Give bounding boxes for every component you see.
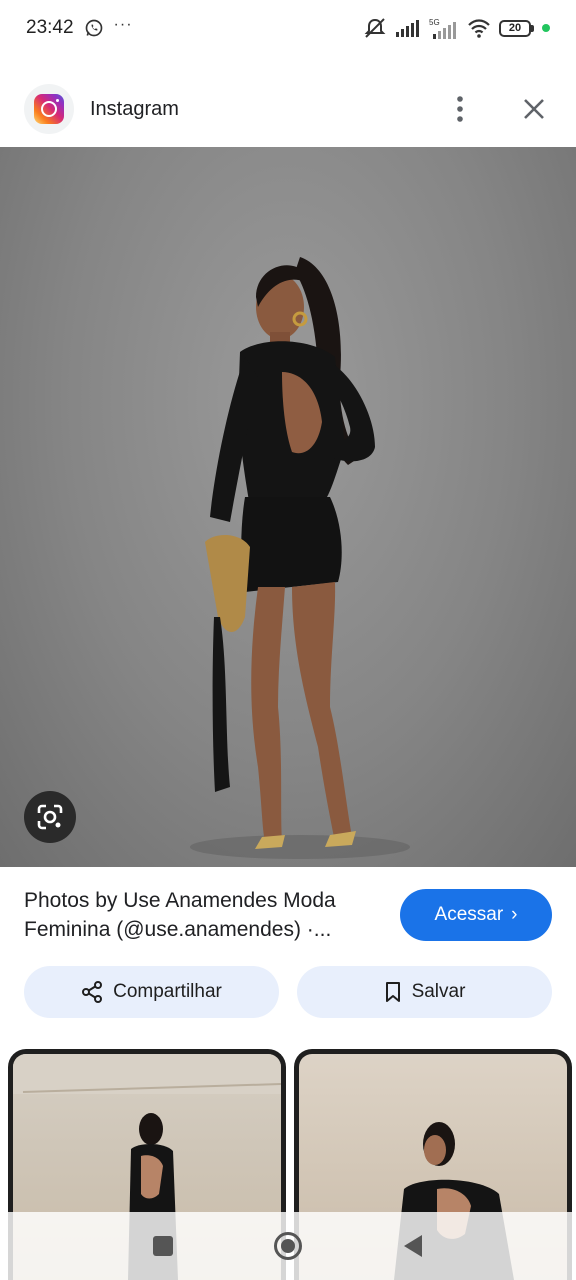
share-label: Compartilhar xyxy=(113,981,222,1002)
result-info: Photos by Use Anamendes Moda Feminina (@… xyxy=(0,880,576,950)
status-right: 5G 20 xyxy=(363,17,550,39)
privacy-indicator-dot xyxy=(542,24,550,32)
header-actions xyxy=(442,91,552,127)
wifi-icon xyxy=(468,19,490,38)
battery-level: 20 xyxy=(499,19,531,37)
more-options-button[interactable] xyxy=(442,91,478,127)
save-button[interactable]: Salvar xyxy=(297,966,552,1018)
visit-label: Acessar xyxy=(434,904,504,925)
main-image[interactable] xyxy=(0,147,576,867)
notification-overflow-icon: ··· xyxy=(113,16,133,33)
close-button[interactable] xyxy=(516,91,552,127)
result-title[interactable]: Photos by Use Anamendes Moda Feminina (@… xyxy=(24,886,384,944)
home-icon xyxy=(281,1239,295,1253)
battery-tip xyxy=(531,24,534,32)
mute-icon xyxy=(364,18,386,38)
back-icon[interactable] xyxy=(402,1234,424,1258)
battery-icon: 20 xyxy=(499,19,534,37)
source-header: Instagram xyxy=(0,72,576,146)
chevron-right-icon: › xyxy=(511,904,518,925)
close-icon xyxy=(524,99,544,119)
bookmark-icon xyxy=(385,982,400,1002)
status-time: 23:42 xyxy=(26,17,74,38)
network-label: 5G xyxy=(429,18,440,27)
home-button[interactable] xyxy=(274,1232,302,1260)
instagram-logo-icon xyxy=(34,94,64,124)
visit-button[interactable]: Acessar › xyxy=(400,889,552,941)
more-vert-icon xyxy=(457,96,463,122)
source-name[interactable]: Instagram xyxy=(90,98,179,121)
whatsapp-icon xyxy=(85,19,102,37)
share-button[interactable]: Compartilhar xyxy=(24,966,279,1018)
system-nav-bar xyxy=(0,1212,576,1280)
signal-icon xyxy=(396,20,419,37)
save-label: Salvar xyxy=(411,981,466,1002)
share-icon xyxy=(82,981,103,1003)
status-bar: 23:42 ··· 5G 20 xyxy=(0,0,576,56)
lens-search-button[interactable] xyxy=(24,791,76,843)
signal-5g-icon: 5G xyxy=(429,18,456,39)
status-left: 23:42 ··· xyxy=(26,16,133,39)
recents-icon[interactable] xyxy=(152,1235,174,1257)
lens-search-icon xyxy=(37,804,63,830)
source-logo[interactable] xyxy=(24,84,74,134)
action-buttons: Compartilhar Salvar xyxy=(24,966,552,1018)
photo-illustration xyxy=(190,257,410,859)
